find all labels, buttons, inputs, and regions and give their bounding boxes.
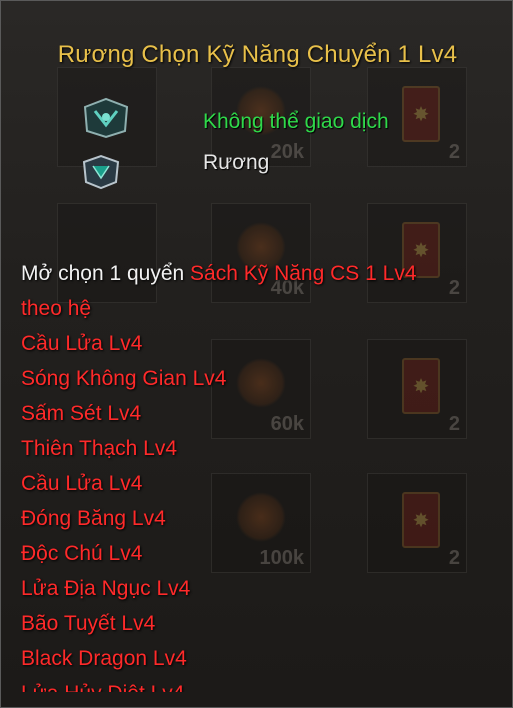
chest-small-icon [82, 154, 120, 190]
skill-option: Thiên Thạch Lv4 [21, 437, 178, 460]
skill-option: Đóng Băng Lv4 [21, 507, 166, 530]
item-title: Rương Chọn Kỹ Năng Chuyển 1 Lv4 [57, 41, 458, 68]
description-line: Mở chọn 1 quyển Sách Kỹ Năng CS 1 Lv4 [21, 256, 501, 291]
item-tooltip: 20k 2 40k 2 60k 2 100k 2 [0, 0, 513, 708]
skill-option: Bão Tuyết Lv4 [21, 612, 156, 635]
skill-option: Cầu Lửa Lv4 [21, 332, 143, 355]
tooltip-content: Rương Chọn Kỹ Năng Chuyển 1 Lv4 Không th… [1, 1, 512, 707]
skill-option: Sóng Không Gian Lv4 [21, 367, 227, 390]
item-type: Rương [203, 151, 270, 174]
description-prefix: Mở chọn 1 quyển [21, 262, 185, 285]
skill-option: Lửa Địa Ngục Lv4 [21, 577, 191, 600]
description-suffix: theo hệ [21, 297, 92, 320]
skill-option: Lửa Hủy Diệt Lv4 [21, 676, 501, 692]
description-highlight: Sách Kỹ Năng CS 1 Lv4 [190, 262, 417, 285]
skill-option: Độc Chú Lv4 [21, 542, 143, 565]
chest-icon [83, 97, 129, 139]
skill-option: Sấm Sét Lv4 [21, 402, 142, 425]
skill-option: Cầu Lửa Lv4 [21, 472, 143, 495]
item-description: Mở chọn 1 quyển Sách Kỹ Năng CS 1 Lv4 th… [21, 256, 501, 692]
skill-option: Black Dragon Lv4 [21, 647, 187, 670]
trade-status: Không thể giao dịch [203, 110, 389, 133]
